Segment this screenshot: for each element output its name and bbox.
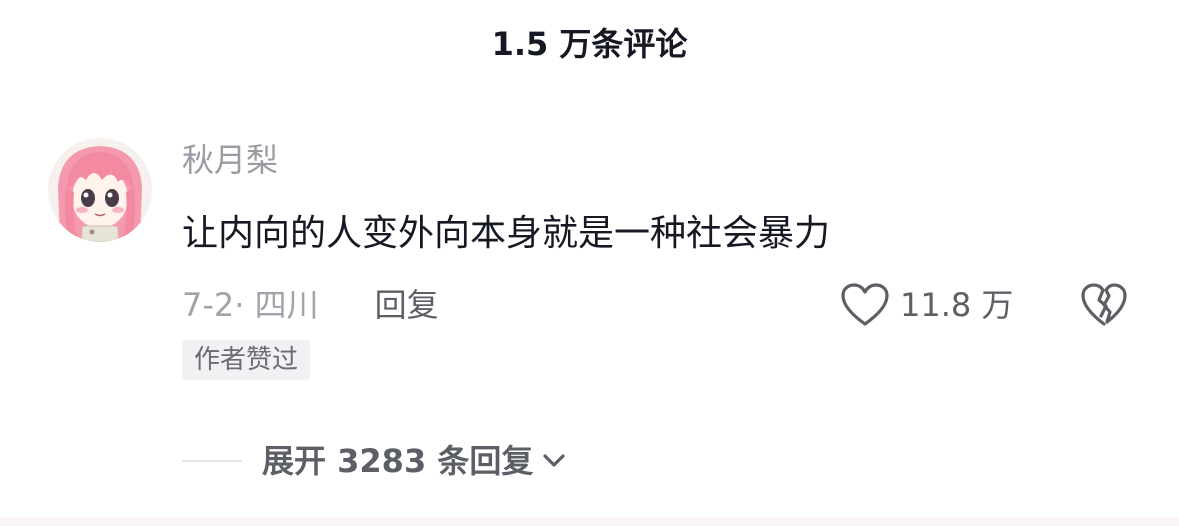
bottom-edge bbox=[0, 517, 1179, 526]
broken-heart-icon bbox=[1081, 283, 1127, 326]
like-button[interactable]: 11.8 万 bbox=[840, 280, 1013, 330]
expand-replies-button[interactable]: 展开 3283 条回复 bbox=[262, 436, 569, 486]
author-liked-badge: 作者赞过 bbox=[182, 340, 311, 380]
avatar[interactable] bbox=[48, 138, 152, 242]
chevron-down-icon bbox=[543, 454, 565, 467]
anime-girl-avatar-icon bbox=[48, 138, 152, 242]
comment-panel: 1.5 万条评论 秋月梨 让内向的人变外向本身就是一种社会暴力 7-2· 四川 … bbox=[0, 0, 1179, 526]
comment-text: 让内向的人变外向本身就是一种社会暴力 bbox=[182, 213, 831, 254]
dislike-button[interactable] bbox=[1080, 282, 1128, 328]
comment-date-location: 7-2· 四川 bbox=[182, 286, 319, 324]
comment-username[interactable]: 秋月梨 bbox=[182, 136, 278, 184]
divider bbox=[182, 460, 242, 462]
comment-meta: 7-2· 四川 回复 bbox=[182, 280, 439, 330]
reply-button[interactable]: 回复 bbox=[375, 280, 439, 330]
expand-replies-row: 展开 3283 条回复 bbox=[182, 436, 569, 486]
comments-count-title: 1.5 万条评论 bbox=[491, 25, 688, 63]
heart-outline-icon bbox=[841, 283, 889, 326]
expand-replies-label: 展开 3283 条回复 bbox=[262, 442, 534, 480]
like-count: 11.8 万 bbox=[900, 286, 1014, 324]
